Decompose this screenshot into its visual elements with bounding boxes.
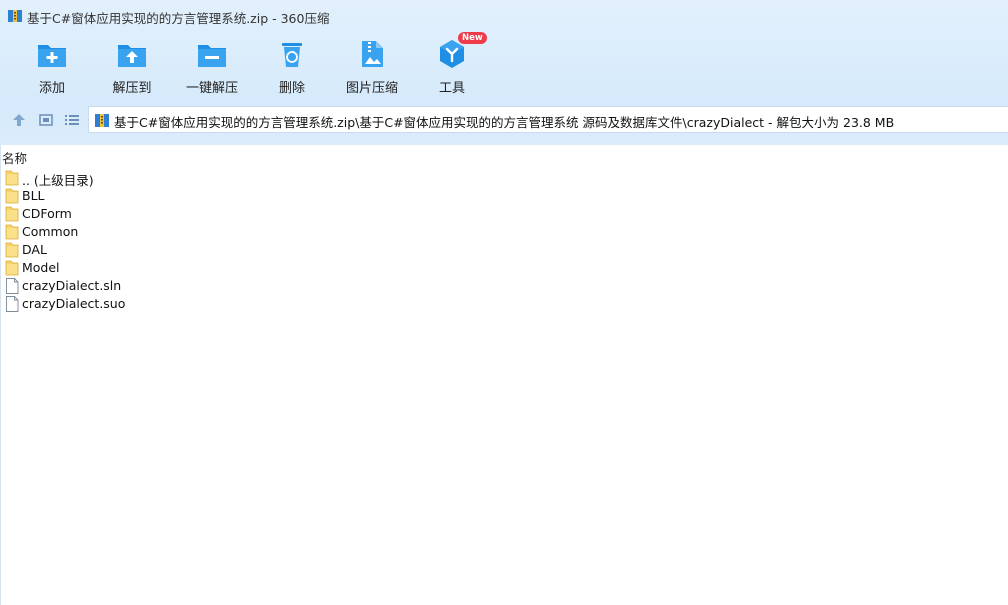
archive-icon [95, 114, 109, 127]
one-click-extract-icon [198, 45, 226, 67]
add-button[interactable]: 添加 [12, 34, 92, 98]
file-name: DAL [22, 242, 47, 257]
extract-to-label: 解压到 [112, 81, 152, 96]
tools-label: 工具 [438, 81, 465, 96]
file-name: crazyDialect.suo [22, 296, 126, 311]
new-badge: New [458, 32, 487, 44]
title-bar: 基于C#窗体应用实现的的方言管理系统.zip - 360压缩 [0, 0, 1008, 32]
archive-app-icon [8, 10, 22, 22]
thumbnail-view-icon[interactable] [37, 111, 55, 129]
file-icon [6, 278, 19, 294]
extract-to-icon [118, 45, 146, 67]
image-compress-icon [362, 41, 383, 67]
file-name: CDForm [22, 206, 72, 221]
folder-icon [5, 188, 19, 204]
window-chrome: 基于C#窗体应用实现的的方言管理系统.zip - 360压缩 添加 解压到 一键… [0, 0, 1008, 145]
folder-row[interactable]: Model [5, 259, 405, 277]
file-row[interactable]: crazyDialect.sln [5, 277, 405, 295]
file-list: 名称 .. (上级目录) BLL CDForm Common DAL Model crazy… [0, 145, 1008, 605]
window-title: 基于C#窗体应用实现的的方言管理系统.zip - 360压缩 [27, 11, 330, 26]
delete-button[interactable]: 删除 [252, 34, 332, 98]
folder-row[interactable]: CDForm [5, 205, 405, 223]
folder-icon [5, 242, 19, 258]
add-folder-icon [38, 45, 66, 67]
folder-row[interactable]: BLL [5, 187, 405, 205]
folder-icon [5, 260, 19, 276]
one-click-extract-label: 一键解压 [185, 81, 238, 96]
file-icon [6, 296, 19, 312]
file-name: Model [22, 260, 60, 275]
file-name: Common [22, 224, 79, 239]
path-bar[interactable]: 基于C#窗体应用实现的的方言管理系统.zip\基于C#窗体应用实现的的方言管理系… [88, 106, 1008, 133]
navigation-bar: 基于C#窗体应用实现的的方言管理系统.zip\基于C#窗体应用实现的的方言管理系… [0, 106, 1008, 134]
add-label: 添加 [38, 81, 65, 96]
folder-icon [5, 224, 19, 240]
one-click-extract-button[interactable]: 一键解压 [172, 34, 252, 98]
image-compress-button[interactable]: 图片压缩 [332, 34, 412, 98]
extract-to-button[interactable]: 解压到 [92, 34, 172, 98]
recycle-bin-icon [282, 43, 302, 67]
folder-icon [5, 206, 19, 222]
column-header-name[interactable]: 名称 [2, 148, 27, 167]
up-arrow-icon[interactable] [10, 111, 28, 129]
list-view-icon[interactable] [63, 111, 81, 129]
image-compress-label: 图片压缩 [345, 81, 398, 96]
file-row[interactable]: crazyDialect.suo [5, 295, 405, 313]
folder-row[interactable]: Common [5, 223, 405, 241]
folder-row[interactable]: .. (上级目录) [5, 169, 405, 188]
file-name: BLL [22, 188, 45, 203]
path-text: 基于C#窗体应用实现的的方言管理系统.zip\基于C#窗体应用实现的的方言管理系… [114, 115, 895, 130]
folder-row[interactable]: DAL [5, 241, 405, 259]
delete-label: 删除 [278, 81, 305, 96]
file-name: crazyDialect.sln [22, 278, 122, 293]
tools-button[interactable]: New 工具 [412, 32, 492, 98]
folder-icon [5, 170, 19, 186]
